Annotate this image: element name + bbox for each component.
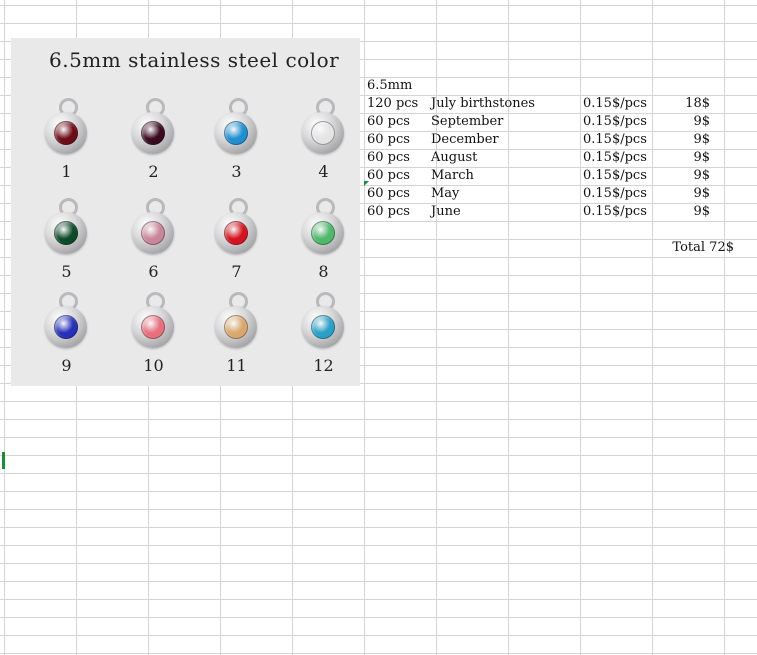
charm-number: 12: [313, 356, 334, 375]
charm-4: 4: [296, 98, 356, 188]
row-qty[interactable]: 60 pcs: [367, 149, 410, 167]
gem-stone: [54, 121, 78, 145]
product-image[interactable]: 6.5mm stainless steel color 1 2 3 4 5 6 7 8 9 10 1…: [11, 38, 360, 386]
charm-12: 12: [296, 292, 356, 382]
row-item[interactable]: March: [431, 167, 474, 185]
total-cell[interactable]: Total 72$: [640, 239, 734, 257]
gem-stone: [141, 121, 165, 145]
image-title: 6.5mm stainless steel color: [49, 48, 340, 72]
gem-stone: [311, 315, 335, 339]
row-amount[interactable]: 9$: [662, 131, 710, 149]
row-item[interactable]: August: [431, 149, 477, 167]
charm-10: 10: [126, 292, 186, 382]
charm-body: [132, 112, 174, 154]
row-price[interactable]: 0.15$/pcs: [583, 185, 647, 203]
row-qty[interactable]: 60 pcs: [367, 203, 410, 221]
row-item[interactable]: July birthstones: [431, 95, 535, 113]
row-price[interactable]: 0.15$/pcs: [583, 203, 647, 221]
comment-indicator: [364, 181, 369, 186]
row-item[interactable]: May: [431, 185, 459, 203]
gem-stone: [54, 315, 78, 339]
charm-number: 5: [61, 262, 72, 281]
charm-number: 9: [61, 356, 72, 375]
charm-number: 2: [148, 162, 159, 181]
row-qty[interactable]: 60 pcs: [367, 113, 410, 131]
row-amount[interactable]: 9$: [662, 167, 710, 185]
row-qty[interactable]: 60 pcs: [367, 185, 410, 203]
charm-1: 1: [39, 98, 99, 188]
row-qty[interactable]: 120 pcs: [367, 95, 418, 113]
charm-number: 4: [318, 162, 329, 181]
charm-9: 9: [39, 292, 99, 382]
row-price[interactable]: 0.15$/pcs: [583, 113, 647, 131]
gem-stone: [224, 221, 248, 245]
charm-body: [215, 306, 257, 348]
charm-3: 3: [209, 98, 269, 188]
row-price[interactable]: 0.15$/pcs: [583, 167, 647, 185]
gem-stone: [224, 315, 248, 339]
cell-cursor: [2, 452, 5, 469]
gem-stone: [224, 121, 248, 145]
charm-11: 11: [209, 292, 269, 382]
charm-body: [302, 306, 344, 348]
charm-body: [215, 212, 257, 254]
charm-body: [45, 112, 87, 154]
charm-body: [302, 212, 344, 254]
charm-7: 7: [209, 198, 269, 288]
header-cell[interactable]: 6.5mm: [367, 77, 412, 95]
charm-number: 3: [231, 162, 242, 181]
gem-stone: [141, 315, 165, 339]
gem-stone: [311, 221, 335, 245]
row-amount[interactable]: 9$: [662, 113, 710, 131]
charm-number: 7: [231, 262, 242, 281]
charm-8: 8: [296, 198, 356, 288]
row-amount[interactable]: 18$: [662, 95, 710, 113]
charm-body: [302, 112, 344, 154]
charm-number: 8: [318, 262, 329, 281]
charm-6: 6: [126, 198, 186, 288]
gem-stone: [141, 221, 165, 245]
charm-body: [132, 306, 174, 348]
row-price[interactable]: 0.15$/pcs: [583, 95, 647, 113]
charm-number: 11: [226, 356, 247, 375]
row-price[interactable]: 0.15$/pcs: [583, 131, 647, 149]
charm-body: [132, 212, 174, 254]
charm-number: 10: [143, 356, 164, 375]
charm-number: 6: [148, 262, 159, 281]
gem-stone: [54, 221, 78, 245]
row-amount[interactable]: 9$: [662, 203, 710, 221]
charm-5: 5: [39, 198, 99, 288]
charm-2: 2: [126, 98, 186, 188]
charm-body: [45, 212, 87, 254]
row-item[interactable]: December: [431, 131, 499, 149]
row-price[interactable]: 0.15$/pcs: [583, 149, 647, 167]
charm-body: [215, 112, 257, 154]
row-item[interactable]: September: [431, 113, 503, 131]
row-qty[interactable]: 60 pcs: [367, 167, 410, 185]
charm-number: 1: [61, 162, 72, 181]
gem-stone: [311, 121, 335, 145]
row-qty[interactable]: 60 pcs: [367, 131, 410, 149]
row-item[interactable]: June: [431, 203, 461, 221]
row-amount[interactable]: 9$: [662, 149, 710, 167]
row-amount[interactable]: 9$: [662, 185, 710, 203]
charm-body: [45, 306, 87, 348]
